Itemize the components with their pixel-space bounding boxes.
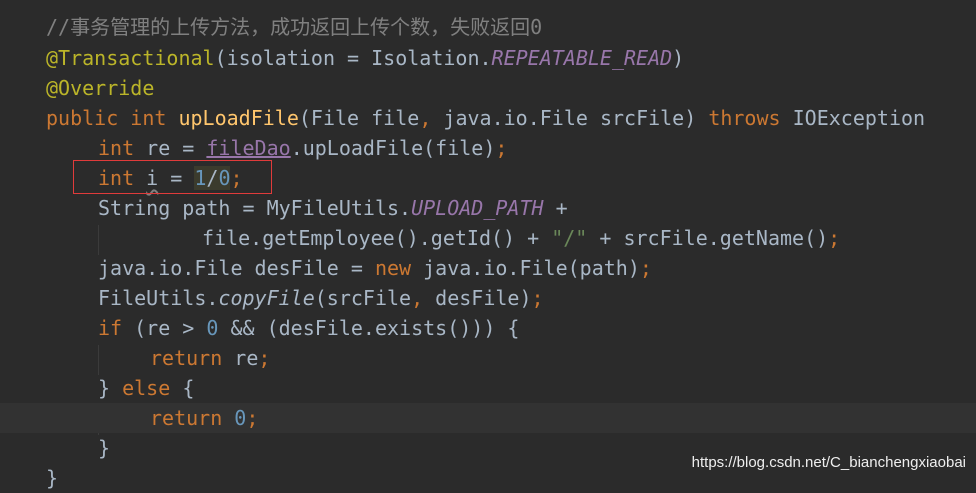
code-token: java.io.File(path) — [423, 256, 640, 280]
code-token: FileUtils. — [98, 286, 219, 310]
code-token: + — [543, 196, 568, 220]
code-token: re — [234, 346, 259, 370]
code-static-call: copyFile — [218, 286, 315, 310]
code-token: + srcFile.getName() — [587, 226, 829, 250]
code-token: (File file — [298, 106, 420, 130]
code-keyword: return — [150, 346, 235, 370]
code-line[interactable]: java.io.File desFile = new java.io.File(… — [0, 253, 976, 283]
code-text: return 0; — [150, 403, 258, 433]
code-keyword: return — [150, 406, 235, 430]
code-keyword: , — [419, 106, 444, 130]
code-comment: //事务管理的上传方法，成功返回上传个数，失败返回0 — [46, 15, 543, 39]
code-text: if (re > 0 && (desFile.exists())) { — [98, 313, 519, 343]
code-constant: UPLOAD_PATH — [411, 196, 544, 220]
code-token: re = — [146, 136, 207, 160]
code-token: ) — [672, 46, 685, 70]
code-line[interactable]: if (re > 0 && (desFile.exists())) { — [0, 313, 976, 343]
code-text: } — [98, 433, 110, 463]
code-line[interactable]: FileUtils.copyFile(srcFile, desFile); — [0, 283, 976, 313]
code-token: } — [98, 376, 123, 400]
code-token: { — [182, 376, 195, 400]
code-token: String path = MyFileUtils. — [98, 196, 412, 220]
code-keyword: , — [411, 286, 436, 310]
code-text: int re = fileDao.upLoadFile(file); — [98, 133, 507, 163]
code-keyword: int — [130, 106, 179, 130]
code-text: //事务管理的上传方法，成功返回上传个数，失败返回0 — [46, 12, 542, 42]
error-highlight-box — [73, 160, 272, 194]
code-keyword: ; — [828, 226, 841, 250]
code-token: (re > — [134, 316, 207, 340]
code-annotation: @Override — [46, 76, 155, 100]
code-token: } — [98, 436, 111, 460]
code-line[interactable]: public int upLoadFile(File file, java.io… — [0, 103, 976, 133]
code-token: file.getEmployee().getId() + — [202, 226, 552, 250]
code-line[interactable]: return 0; — [0, 403, 976, 433]
code-token: IOException — [792, 106, 926, 130]
code-line[interactable]: return re; — [0, 343, 976, 373]
code-text: @Override — [46, 73, 154, 103]
code-token: (srcFile — [314, 286, 412, 310]
code-number: 0 — [206, 316, 231, 340]
code-text: } — [46, 463, 58, 493]
code-string: "/" — [551, 226, 588, 250]
code-field: fileDao — [206, 136, 291, 160]
code-token: desFile) — [435, 286, 532, 310]
code-token: } — [46, 466, 59, 490]
code-keyword: public — [46, 106, 131, 130]
code-keyword: ; — [495, 136, 508, 160]
code-editor[interactable]: //事务管理的上传方法，成功返回上传个数，失败返回0 @Transactiona… — [0, 0, 976, 490]
code-method-name: upLoadFile — [178, 106, 299, 130]
code-line[interactable]: @Transactional(isolation = Isolation.REP… — [0, 43, 976, 73]
code-token: (isolation = Isolation. — [214, 46, 492, 70]
code-token: .upLoadFile(file) — [290, 136, 496, 160]
code-keyword: ; — [246, 406, 259, 430]
code-keyword: new — [374, 256, 424, 280]
code-line[interactable]: @Override — [0, 73, 976, 103]
code-keyword: throws — [708, 106, 793, 130]
code-annotation: @Transactional — [46, 46, 215, 70]
code-token: java.io.File srcFile) — [443, 106, 709, 130]
code-line[interactable]: String path = MyFileUtils.UPLOAD_PATH + — [0, 193, 976, 223]
watermark-text: https://blog.csdn.net/C_bianchengxiaobai — [691, 454, 966, 471]
code-keyword: ; — [531, 286, 544, 310]
code-line[interactable]: } else { — [0, 373, 976, 403]
code-keyword: else — [122, 376, 183, 400]
code-keyword: if — [98, 316, 135, 340]
code-text: @Transactional(isolation = Isolation.REP… — [46, 43, 684, 73]
code-line[interactable]: int re = fileDao.upLoadFile(file); — [0, 133, 976, 163]
code-keyword: int — [98, 136, 147, 160]
code-text: FileUtils.copyFile(srcFile, desFile); — [98, 283, 544, 313]
code-text: file.getEmployee().getId() + "/" + srcFi… — [202, 223, 840, 253]
code-keyword: ; — [639, 256, 652, 280]
code-constant: REPEATABLE_READ — [491, 46, 673, 70]
code-text: return re; — [150, 343, 270, 373]
code-text: java.io.File desFile = new java.io.File(… — [98, 253, 652, 283]
code-number: 0 — [234, 406, 247, 430]
code-keyword: ; — [258, 346, 271, 370]
code-token: && (desFile.exists())) { — [230, 316, 520, 340]
code-text: } else { — [98, 373, 194, 403]
code-line[interactable]: file.getEmployee().getId() + "/" + srcFi… — [0, 223, 976, 253]
code-text: String path = MyFileUtils.UPLOAD_PATH + — [98, 193, 568, 223]
code-token: java.io.File desFile = — [98, 256, 375, 280]
code-line[interactable]: //事务管理的上传方法，成功返回上传个数，失败返回0 — [0, 12, 976, 42]
code-text: public int upLoadFile(File file, java.io… — [46, 103, 925, 133]
